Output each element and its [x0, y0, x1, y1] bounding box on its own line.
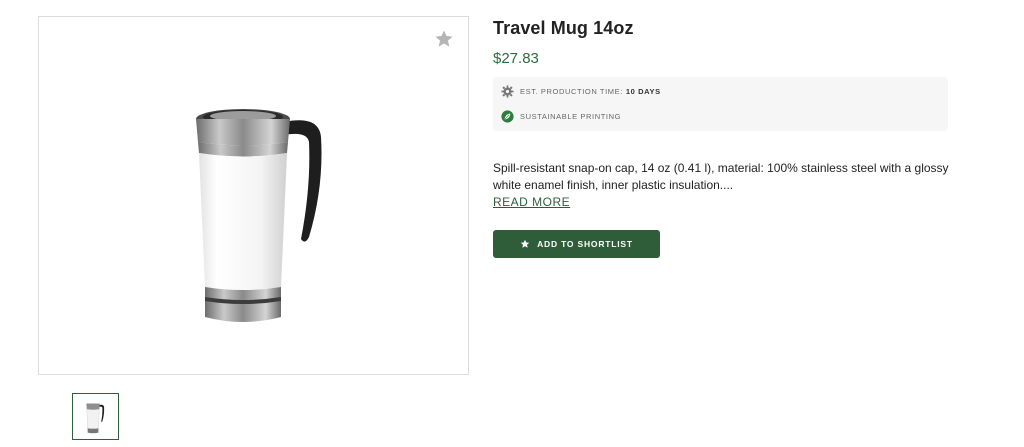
favorite-star-icon[interactable] — [434, 29, 454, 49]
production-time-label: EST. PRODUCTION TIME: — [520, 87, 623, 96]
gear-icon — [501, 85, 514, 98]
thumbnail-image[interactable] — [72, 393, 119, 440]
read-more-link[interactable]: READ MORE — [493, 195, 570, 209]
product-title: Travel Mug 14oz — [493, 18, 634, 38]
leaf-icon — [501, 110, 514, 123]
production-time-row: EST. PRODUCTION TIME: 10 DAYS — [501, 85, 661, 98]
travel-mug-image — [196, 109, 322, 322]
add-to-shortlist-button[interactable]: ADD TO SHORTLIST — [493, 230, 660, 258]
star-icon — [520, 239, 530, 248]
product-description: Spill-resistant snap-on cap, 14 oz (0.41… — [493, 161, 949, 192]
sustainable-printing-row: SUSTAINABLE PRINTING — [501, 110, 621, 123]
product-image-frame — [38, 16, 469, 375]
product-price: $27.83 — [493, 50, 539, 67]
production-time-value: 10 DAYS — [625, 87, 661, 96]
travel-mug-thumbnail-icon — [86, 403, 105, 434]
add-to-shortlist-label: ADD TO SHORTLIST — [537, 239, 633, 249]
production-info-box: EST. PRODUCTION TIME: 10 DAYS SUSTAINABL… — [493, 77, 948, 131]
sustainable-printing-label: SUSTAINABLE PRINTING — [520, 112, 622, 121]
